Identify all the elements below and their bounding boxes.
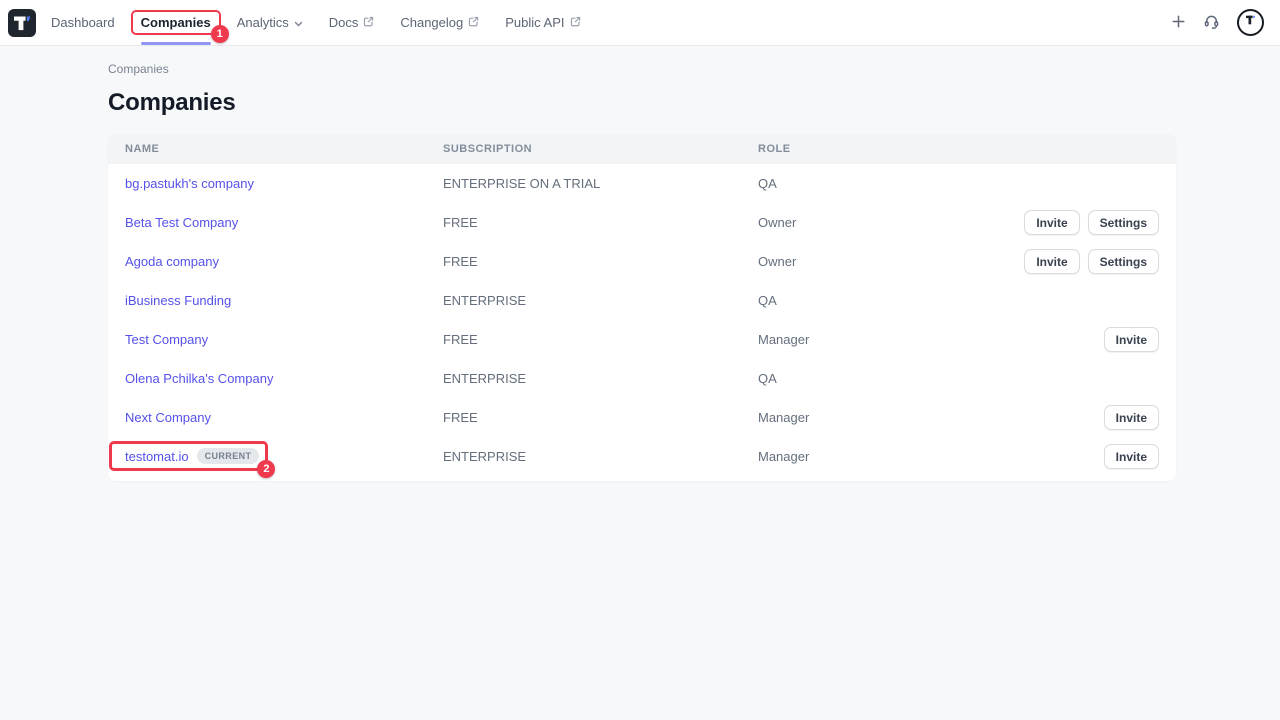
subscription-cell: FREE (443, 410, 758, 425)
role-cell: Owner (758, 215, 1024, 230)
nav-item-label: Public API (505, 15, 564, 30)
name-cell: Beta Test Company (125, 214, 443, 232)
name-cell: testomat.io CURRENT 2 (125, 448, 443, 466)
add-button[interactable] (1171, 14, 1186, 32)
subscription-cell: ENTERPRISE (443, 371, 758, 386)
role-cell: Manager (758, 410, 1104, 425)
testomat-logo-icon (8, 24, 36, 41)
company-link[interactable]: Beta Test Company (125, 215, 238, 230)
role-cell: Owner (758, 254, 1024, 269)
invite-button[interactable]: Invite (1104, 444, 1159, 469)
nav-item-analytics[interactable]: Analytics (224, 0, 316, 45)
table-row: Beta Test Company FREE Owner Invite Setti… (108, 203, 1176, 242)
invite-button[interactable]: Invite (1104, 327, 1159, 352)
invite-button[interactable]: Invite (1024, 249, 1079, 274)
name-cell: Next Company (125, 409, 443, 427)
name-cell: bg.pastukh's company (125, 175, 443, 193)
column-header-name: NAME (125, 143, 443, 155)
nav-right-actions (1171, 9, 1270, 36)
nav-item-companies[interactable]: Companies 1 (128, 0, 224, 45)
page-title: Companies (108, 89, 1176, 117)
table-row: Test Company FREE Manager Invite (108, 320, 1176, 359)
row-actions: Invite (1104, 444, 1159, 469)
nav-item-changelog[interactable]: Changelog (387, 0, 492, 45)
external-link-icon (468, 15, 479, 30)
external-link-icon (570, 15, 581, 30)
role-cell: Manager (758, 449, 1104, 464)
table-row: testomat.io CURRENT 2 ENTERPRISE Manager… (108, 437, 1176, 476)
breadcrumb[interactable]: Companies (108, 62, 169, 76)
company-link[interactable]: Test Company (125, 332, 208, 347)
support-button[interactable] (1203, 13, 1220, 33)
table-header-row: NAME SUBSCRIPTION ROLE (108, 134, 1176, 164)
nav-item-label: Changelog (400, 15, 463, 30)
company-link[interactable]: Agoda company (125, 254, 219, 269)
main-nav: Dashboard Companies 1 Analytics Docs (38, 0, 594, 45)
table-row: Agoda company FREE Owner Invite Settings (108, 242, 1176, 281)
subscription-cell: FREE (443, 254, 758, 269)
company-link[interactable]: testomat.io (125, 449, 189, 464)
company-link[interactable]: Olena Pchilka's Company (125, 371, 273, 386)
role-cell: QA (758, 293, 1159, 308)
avatar-logo-icon (1244, 13, 1258, 32)
column-header-role: ROLE (758, 143, 1159, 155)
nav-item-dashboard[interactable]: Dashboard (38, 0, 128, 45)
nav-item-label: Analytics (237, 15, 289, 30)
company-link[interactable]: Next Company (125, 410, 211, 425)
top-nav: Dashboard Companies 1 Analytics Docs (0, 0, 1280, 46)
subscription-cell: ENTERPRISE ON A TRIAL (443, 176, 758, 191)
row-actions: Invite Settings (1024, 249, 1159, 274)
subscription-cell: ENTERPRISE (443, 293, 758, 308)
current-badge: CURRENT (197, 448, 260, 464)
app-logo[interactable] (8, 9, 36, 37)
table-row: Next Company FREE Manager Invite (108, 398, 1176, 437)
name-cell: Olena Pchilka's Company (125, 370, 443, 388)
companies-table: NAME SUBSCRIPTION ROLE bg.pastukh's comp… (108, 134, 1176, 481)
table-row: iBusiness Funding ENTERPRISE QA (108, 281, 1176, 320)
external-link-icon (363, 15, 374, 30)
settings-button[interactable]: Settings (1088, 249, 1159, 274)
name-cell: Agoda company (125, 253, 443, 271)
role-cell: Manager (758, 332, 1104, 347)
support-headset-icon (1203, 13, 1220, 33)
page-root: Dashboard Companies 1 Analytics Docs (0, 0, 1280, 720)
table-row: bg.pastukh's company ENTERPRISE ON A TRI… (108, 164, 1176, 203)
name-cell: iBusiness Funding (125, 292, 443, 310)
main-content: Companies Companies NAME SUBSCRIPTION RO… (0, 46, 1280, 481)
subscription-cell: FREE (443, 215, 758, 230)
annotation-badge-2: 2 (257, 460, 275, 478)
invite-button[interactable]: Invite (1104, 405, 1159, 430)
plus-icon (1171, 14, 1186, 32)
subscription-cell: ENTERPRISE (443, 449, 758, 464)
nav-item-label: Companies (141, 15, 211, 30)
row-actions: Invite (1104, 405, 1159, 430)
nav-item-public-api[interactable]: Public API (492, 0, 593, 45)
row-actions: Invite (1104, 327, 1159, 352)
nav-item-label: Dashboard (51, 15, 115, 30)
company-link[interactable]: iBusiness Funding (125, 293, 231, 308)
subscription-cell: FREE (443, 332, 758, 347)
table-body: bg.pastukh's company ENTERPRISE ON A TRI… (108, 164, 1176, 476)
nav-item-label: Docs (329, 15, 359, 30)
chevron-down-icon (294, 15, 303, 30)
role-cell: QA (758, 176, 1159, 191)
user-avatar[interactable] (1237, 9, 1264, 36)
column-header-subscription: SUBSCRIPTION (443, 143, 758, 155)
settings-button[interactable]: Settings (1088, 210, 1159, 235)
company-link[interactable]: bg.pastukh's company (125, 176, 254, 191)
name-cell: Test Company (125, 331, 443, 349)
row-actions: Invite Settings (1024, 210, 1159, 235)
role-cell: QA (758, 371, 1159, 386)
nav-item-docs[interactable]: Docs (316, 0, 388, 45)
table-row: Olena Pchilka's Company ENTERPRISE QA (108, 359, 1176, 398)
invite-button[interactable]: Invite (1024, 210, 1079, 235)
